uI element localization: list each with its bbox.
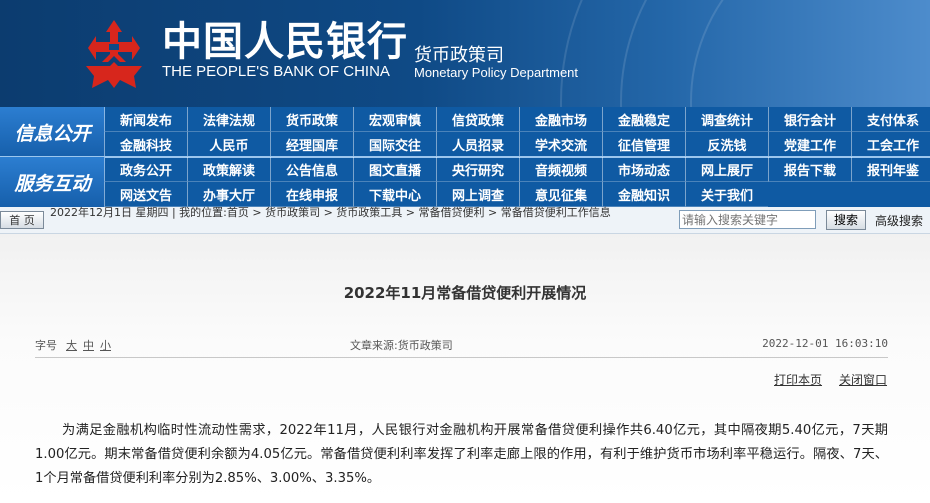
- nav-item-info-row1-3[interactable]: 宏观审慎: [353, 107, 436, 132]
- nav-item-info-row1-2[interactable]: 货币政策: [270, 107, 353, 132]
- font-size-label: 字号: [35, 339, 57, 352]
- breadcrumb[interactable]: 2022年12月1日 星期四 | 我的位置:首页 > 货币政策司 > 货币政策工…: [50, 207, 678, 219]
- nav-item-info-row2-0[interactable]: 金融科技: [104, 132, 187, 157]
- close-window-link[interactable]: 关闭窗口: [839, 371, 887, 388]
- nav-item-svc-row2-1[interactable]: 办事大厅: [187, 182, 270, 207]
- article-body: 为满足金融机构临时性流动性需求，2022年11月，人民银行对金融机构开展常备借贷…: [35, 423, 888, 486]
- nav-item-svc-row2-7[interactable]: 关于我们: [685, 182, 768, 207]
- nav-item-info-row1-4[interactable]: 信贷政策: [436, 107, 519, 132]
- bank-chinese-name: 中国人民银行: [162, 18, 408, 65]
- nav-item-svc-row2-3[interactable]: 下载中心: [353, 182, 436, 207]
- nav-item-svc-row1-3[interactable]: 图文直播: [353, 157, 436, 182]
- department-english-name: Monetary Policy Department: [414, 65, 579, 80]
- main-navigation: 信息公开 新闻发布 法律法规 货币政策 宏观审慎 信贷政策 金融市场 金融稳定 调查统计 银行会…: [0, 107, 930, 207]
- department-chinese-name: 货币政策司: [414, 45, 504, 66]
- nav-item-info-row1-1[interactable]: 法律法规: [187, 107, 270, 132]
- banner-decoration: [690, 0, 930, 107]
- article-datetime: 2022-12-01 16:03:10: [762, 337, 888, 350]
- nav-item-svc-row1-1[interactable]: 政策解读: [187, 157, 270, 182]
- nav-item-svc-row2-4[interactable]: 网上调查: [436, 182, 519, 207]
- nav-section-label-info[interactable]: 信息公开: [0, 107, 105, 157]
- nav-item-svc-row1-7[interactable]: 网上展厅: [685, 157, 768, 182]
- nav-section-label-service[interactable]: 服务互动: [0, 157, 105, 207]
- nav-item-info-row2-4[interactable]: 人员招录: [436, 132, 519, 157]
- nav-item-svc-row2-6[interactable]: 金融知识: [602, 182, 685, 207]
- nav-item-info-row2-1[interactable]: 人民币: [187, 132, 270, 157]
- site-banner: 中国人民银行 THE PEOPLE'S BANK OF CHINA 货币政策司 …: [0, 0, 930, 107]
- nav-item-info-row2-3[interactable]: 国际交往: [353, 132, 436, 157]
- nav-item-svc-row1-9[interactable]: 报刊年鉴: [851, 157, 930, 182]
- font-size-large-link[interactable]: 大: [66, 337, 77, 353]
- nav-item-info-row1-8[interactable]: 银行会计: [768, 107, 851, 132]
- nav-section-info: 信息公开 新闻发布 法律法规 货币政策 宏观审慎 信贷政策 金融市场 金融稳定 调查统计 银行会…: [0, 107, 930, 157]
- search-button[interactable]: 搜索: [826, 210, 866, 230]
- nav-grid-info: 新闻发布 法律法规 货币政策 宏观审慎 信贷政策 金融市场 金融稳定 调查统计 银行会计 支付体系…: [104, 107, 930, 157]
- nav-item-svc-row2-5[interactable]: 意见征集: [519, 182, 602, 207]
- nav-item-svc-row2-0[interactable]: 网送文告: [104, 182, 187, 207]
- search-input[interactable]: [679, 210, 816, 229]
- pboc-logo-icon[interactable]: [76, 18, 152, 90]
- bank-english-name: THE PEOPLE'S BANK OF CHINA: [162, 63, 390, 80]
- nav-item-info-row2-8[interactable]: 党建工作: [768, 132, 851, 157]
- nav-item-info-row2-6[interactable]: 征信管理: [602, 132, 685, 157]
- nav-item-svc-row1-6[interactable]: 市场动态: [602, 157, 685, 182]
- print-page-link[interactable]: 打印本页: [774, 371, 822, 388]
- nav-item-info-row1-6[interactable]: 金融稳定: [602, 107, 685, 132]
- nav-item-info-row2-9[interactable]: 工会工作: [851, 132, 930, 157]
- nav-section-service: 服务互动 政务公开 政策解读 公告信息 图文直播 央行研究 音频视频 市场动态 网上展厅 报告下…: [0, 157, 930, 207]
- nav-item-info-row1-7[interactable]: 调查统计: [685, 107, 768, 132]
- nav-item-svc-row2-2[interactable]: 在线申报: [270, 182, 353, 207]
- nav-grid-service: 政务公开 政策解读 公告信息 图文直播 央行研究 音频视频 市场动态 网上展厅 报告下载 报刊年鉴…: [104, 157, 930, 207]
- nav-item-svc-row1-5[interactable]: 音频视频: [519, 157, 602, 182]
- article-title: 2022年11月常备借贷便利开展情况: [343, 284, 587, 302]
- nav-item-svc-row1-2[interactable]: 公告信息: [270, 157, 353, 182]
- nav-item-info-row1-5[interactable]: 金融市场: [519, 107, 602, 132]
- font-size-small-link[interactable]: 小: [100, 337, 111, 353]
- nav-item-info-row2-2[interactable]: 经理国库: [270, 132, 353, 157]
- advanced-search-link[interactable]: 高级搜索: [875, 212, 923, 229]
- nav-item-svc-row1-4[interactable]: 央行研究: [436, 157, 519, 182]
- nav-item-info-row2-5[interactable]: 学术交流: [519, 132, 602, 157]
- nav-item-svc-row1-8[interactable]: 报告下载: [768, 157, 851, 182]
- article-meta: 字号 大 中 小 文章来源:货币政策司 2022-12-01 16:03:10: [35, 337, 888, 353]
- nav-item-info-row1-9[interactable]: 支付体系: [851, 107, 930, 132]
- home-button[interactable]: 首 页: [0, 211, 44, 229]
- nav-item-info-row2-7[interactable]: 反洗钱: [685, 132, 768, 157]
- article-source: 文章来源:货币政策司: [350, 339, 453, 352]
- nav-item-svc-row1-0[interactable]: 政务公开: [104, 157, 187, 182]
- meta-divider: [35, 357, 888, 358]
- font-size-medium-link[interactable]: 中: [83, 337, 94, 353]
- nav-item-info-row1-0[interactable]: 新闻发布: [104, 107, 187, 132]
